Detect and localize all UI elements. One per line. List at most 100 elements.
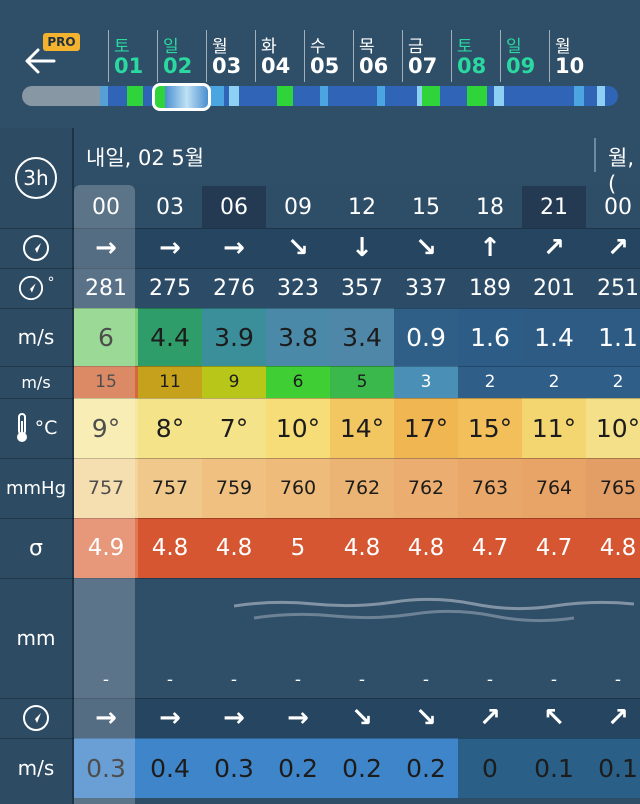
pressure-cell: 763 bbox=[458, 458, 522, 518]
wave-speed-cell: 0.1 bbox=[522, 738, 586, 798]
wave-direction-arrow-value: ↗ bbox=[479, 703, 501, 733]
gust-row: 15 11 9 6 5 3 2 2 2 bbox=[74, 366, 640, 398]
pressure-cell-value: 757 bbox=[151, 477, 189, 499]
thermometer-icon bbox=[16, 413, 27, 442]
pressure-cell-value: 763 bbox=[471, 477, 509, 499]
temperature-unit: °C bbox=[34, 417, 58, 439]
wind-segment bbox=[127, 86, 143, 106]
day-tab-date: 08 bbox=[457, 54, 487, 78]
pressure-cell-value: 762 bbox=[343, 477, 381, 499]
gust-label: m/s bbox=[21, 372, 51, 392]
wind-speed-cell-value: 0.9 bbox=[406, 322, 446, 352]
day-tab[interactable]: 일 02 bbox=[157, 30, 206, 82]
wave-speed-cell: 0.3 bbox=[74, 738, 138, 798]
gust-cell-value: 2 bbox=[548, 372, 560, 392]
gust-cell-value: 15 bbox=[95, 372, 117, 392]
wind-speed-cell: 1.1 bbox=[586, 308, 640, 366]
day-tab[interactable]: 수 05 bbox=[304, 30, 353, 82]
hour-cell-value: 18 bbox=[476, 194, 504, 220]
wave-speed-cell: 0.4 bbox=[138, 738, 202, 798]
wave-direction-arrow-value: ↘ bbox=[415, 703, 437, 733]
wind-segment bbox=[494, 86, 504, 106]
hour-cell-value: 00 bbox=[604, 194, 632, 220]
temperature-cell-value: 15° bbox=[467, 413, 513, 443]
wave-speed-label: m/s bbox=[17, 756, 55, 780]
wave-direction-arrow-value: ↘ bbox=[351, 703, 373, 733]
cloud-cell-value: 4.7 bbox=[471, 535, 509, 561]
cloud-cell: 4.9 bbox=[74, 518, 138, 578]
day-selector-header: PRO 토 01 일 02 월 03 화 04 수 05 목 06 금 07 토 08 일 09 월 10 bbox=[0, 0, 640, 128]
pressure-cell-value: 760 bbox=[279, 477, 317, 499]
wind-direction-arrow-value: ↘ bbox=[415, 233, 437, 263]
day-tab[interactable]: 화 04 bbox=[255, 30, 304, 82]
cloud-row: 4.9 4.8 4.8 5 4.8 4.8 4.7 4.7 4.8 bbox=[74, 518, 640, 578]
wave-speed-cell: 0 bbox=[458, 738, 522, 798]
day-tab[interactable]: 토 08 bbox=[451, 30, 500, 82]
wind-direction-label bbox=[0, 228, 72, 268]
wave-direction-row: → → → → ↘ ↘ ↗ ↖ ↗ bbox=[74, 698, 640, 738]
pressure-cell: 762 bbox=[330, 458, 394, 518]
compass-icon bbox=[23, 705, 49, 731]
pressure-cell: 764 bbox=[522, 458, 586, 518]
day-tab[interactable]: 토 01 bbox=[108, 30, 157, 82]
wind-direction-arrow: → bbox=[138, 228, 202, 268]
interval-toggle[interactable]: 3h bbox=[15, 157, 57, 199]
cloud-cell-value: 5 bbox=[290, 535, 306, 561]
precipitation-cell: - bbox=[586, 578, 640, 698]
day-tab[interactable]: 목 06 bbox=[353, 30, 402, 82]
temperature-cell: 11° bbox=[522, 398, 586, 458]
precipitation-cell: - bbox=[138, 578, 202, 698]
hour-cell-value: 21 bbox=[540, 194, 568, 220]
day-tab[interactable]: 금 07 bbox=[402, 30, 451, 82]
pressure-cell: 760 bbox=[266, 458, 330, 518]
pressure-cell-value: 759 bbox=[215, 477, 253, 499]
temperature-cell-value: 10° bbox=[595, 413, 640, 443]
day-tab[interactable]: 월 03 bbox=[206, 30, 255, 82]
wave-direction-arrow-value: → bbox=[159, 703, 181, 733]
timeline-slider-thumb[interactable] bbox=[152, 83, 211, 111]
hour-cell-value: 09 bbox=[284, 194, 312, 220]
wave-direction-label bbox=[0, 698, 72, 738]
wave-speed-cell: 0.3 bbox=[202, 738, 266, 798]
wind-degree-cell: 201 bbox=[522, 268, 586, 308]
day-tab-date: 09 bbox=[506, 54, 536, 78]
day-tab[interactable]: 일 09 bbox=[500, 30, 549, 82]
temperature-cell-value: 10° bbox=[275, 413, 321, 443]
wind-speed-cell: 1.4 bbox=[522, 308, 586, 366]
precipitation-cell-value: - bbox=[294, 670, 302, 690]
wind-direction-arrow: ↓ bbox=[330, 228, 394, 268]
wave-direction-arrow: → bbox=[266, 698, 330, 738]
wind-direction-arrow: ↘ bbox=[394, 228, 458, 268]
cloud-cell: 5 bbox=[266, 518, 330, 578]
hour-cell-value: 06 bbox=[220, 194, 248, 220]
day-tab-date: 02 bbox=[163, 54, 193, 78]
wave-speed-cell-value: 0.3 bbox=[86, 753, 126, 783]
wave-speed-cell-value: 0.2 bbox=[406, 753, 446, 783]
precipitation-row: --------- bbox=[74, 578, 640, 698]
wind-segment bbox=[467, 86, 487, 106]
wind-degree-cell: 275 bbox=[138, 268, 202, 308]
wind-direction-arrow-value: → bbox=[223, 233, 245, 263]
hour-cell: 00 bbox=[74, 186, 138, 228]
hour-cell: 00 bbox=[586, 186, 640, 228]
precipitation-cell: - bbox=[458, 578, 522, 698]
day-tab[interactable]: 월 10 bbox=[549, 30, 598, 82]
temperature-cell-value: 7° bbox=[219, 413, 249, 443]
wind-degree-cell: 189 bbox=[458, 268, 522, 308]
wind-speed-cell-value: 3.8 bbox=[278, 322, 318, 352]
gust-cell: 2 bbox=[586, 366, 640, 398]
wave-direction-arrow: → bbox=[74, 698, 138, 738]
next-date-heading: 월, ( bbox=[594, 138, 640, 196]
wave-direction-arrow-value: ↖ bbox=[543, 703, 565, 733]
cloud-cell-value: 4.8 bbox=[343, 535, 381, 561]
precipitation-cell-value: - bbox=[550, 670, 558, 690]
timeline-slider-track[interactable] bbox=[22, 86, 618, 106]
pressure-label: mmHg bbox=[5, 477, 67, 499]
wave-speed-cell-value: 0.1 bbox=[534, 753, 574, 783]
pressure-cell: 757 bbox=[138, 458, 202, 518]
wind-degree-cell: 357 bbox=[330, 268, 394, 308]
wind-direction-arrow: → bbox=[202, 228, 266, 268]
wind-direction-arrow: ↘ bbox=[266, 228, 330, 268]
pressure-cell-value: 764 bbox=[535, 477, 573, 499]
wind-direction-arrow-value: ↗ bbox=[543, 233, 565, 263]
